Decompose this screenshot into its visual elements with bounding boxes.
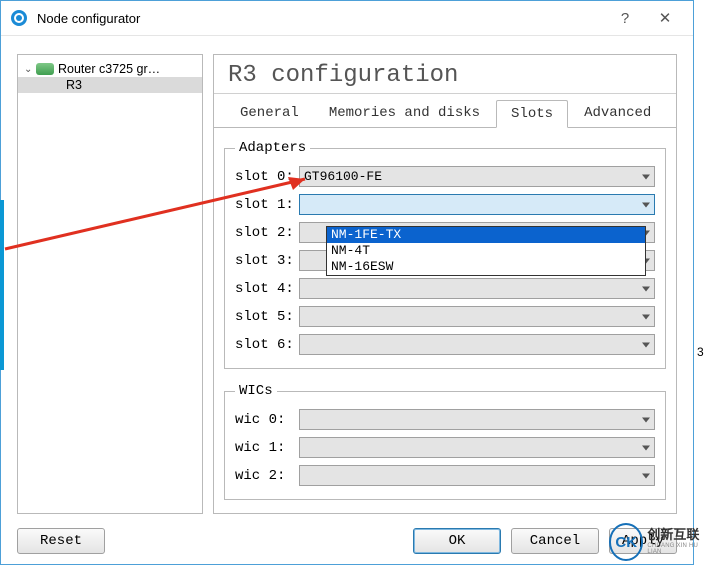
watermark: CK 创新互联 CHUANG XIN HU LIAN: [609, 523, 707, 561]
node-configurator-window: Node configurator ? ✕ ⌄ Router c3725 gr……: [0, 0, 694, 565]
slot4-label: slot 4:: [235, 281, 299, 297]
watermark-cn: 创新互联: [647, 528, 707, 542]
edge-decoration-left: [0, 200, 4, 370]
wics-group: WICs wic 0: wic 1: wic 2:: [224, 383, 666, 500]
page-title: R3 configuration: [214, 55, 676, 94]
slot1-combo[interactable]: [299, 194, 655, 215]
adapters-legend: Adapters: [235, 140, 310, 156]
chevron-down-icon: [642, 202, 650, 207]
tree-node-r3[interactable]: R3: [18, 77, 202, 93]
window-title: Node configurator: [37, 11, 605, 26]
slot0-combo[interactable]: GT96100-FE: [299, 166, 655, 187]
slot1-dropdown-list: NM-1FE-TX NM-4T NM-16ESW: [326, 226, 646, 276]
slot6-label: slot 6:: [235, 337, 299, 353]
watermark-en: CHUANG XIN HU LIAN: [647, 543, 707, 556]
reset-button[interactable]: Reset: [17, 528, 105, 554]
wic2-label: wic 2:: [235, 468, 299, 484]
cancel-button[interactable]: Cancel: [511, 528, 599, 554]
dropdown-option-nm-1fe-tx[interactable]: NM-1FE-TX: [327, 227, 645, 243]
wic0-label: wic 0:: [235, 412, 299, 428]
wic1-label: wic 1:: [235, 440, 299, 456]
tree-group-label: Router c3725 gr…: [58, 62, 160, 76]
tab-memories[interactable]: Memories and disks: [315, 100, 494, 127]
tree-toggle-icon[interactable]: ⌄: [24, 64, 36, 75]
help-button[interactable]: ?: [605, 3, 645, 33]
chevron-down-icon: [642, 342, 650, 347]
tree-node-label: R3: [66, 78, 82, 92]
wics-legend: WICs: [235, 383, 277, 399]
tab-slots[interactable]: Slots: [496, 100, 568, 128]
slot0-row: slot 0: GT96100-FE: [235, 166, 655, 187]
tab-general[interactable]: General: [226, 100, 313, 127]
chevron-down-icon: [642, 314, 650, 319]
slot2-label: slot 2:: [235, 225, 299, 241]
dropdown-option-nm-4t[interactable]: NM-4T: [327, 243, 645, 259]
slot0-value: GT96100-FE: [304, 169, 382, 184]
wic0-combo[interactable]: [299, 409, 655, 430]
slot5-row: slot 5:: [235, 306, 655, 327]
slot6-row: slot 6:: [235, 334, 655, 355]
chevron-down-icon: [642, 286, 650, 291]
chevron-down-icon: [642, 417, 650, 422]
slot1-row: slot 1:: [235, 194, 655, 215]
dropdown-option-nm-16esw[interactable]: NM-16ESW: [327, 259, 645, 275]
edge-text-right: 3: [697, 345, 707, 359]
slot5-label: slot 5:: [235, 309, 299, 325]
tabs: General Memories and disks Slots Advance…: [214, 100, 676, 128]
tree-group-row[interactable]: ⌄ Router c3725 gr…: [18, 61, 202, 77]
wic0-row: wic 0:: [235, 409, 655, 430]
tree-pane: ⌄ Router c3725 gr… R3: [17, 54, 203, 514]
slot3-label: slot 3:: [235, 253, 299, 269]
wic2-combo[interactable]: [299, 465, 655, 486]
chevron-down-icon: [642, 473, 650, 478]
slot4-combo[interactable]: [299, 278, 655, 299]
watermark-text: 创新互联 CHUANG XIN HU LIAN: [647, 528, 707, 555]
chevron-down-icon: [642, 445, 650, 450]
chevron-down-icon: [642, 174, 650, 179]
close-button[interactable]: ✕: [645, 3, 685, 33]
wic1-combo[interactable]: [299, 437, 655, 458]
slot4-row: slot 4:: [235, 278, 655, 299]
wic2-row: wic 2:: [235, 465, 655, 486]
tab-body: Adapters slot 0: GT96100-FE slot 1:: [214, 128, 676, 526]
button-row: Reset OK Cancel Apply: [1, 518, 693, 564]
wic1-row: wic 1:: [235, 437, 655, 458]
tab-advanced[interactable]: Advanced: [570, 100, 665, 127]
app-icon: [9, 8, 29, 28]
slot5-combo[interactable]: [299, 306, 655, 327]
config-pane: R3 configuration General Memories and di…: [213, 54, 677, 514]
router-icon: [36, 63, 54, 75]
slot1-label: slot 1:: [235, 197, 299, 213]
watermark-logo: CK: [609, 523, 643, 561]
titlebar: Node configurator ? ✕: [1, 1, 693, 36]
ok-button[interactable]: OK: [413, 528, 501, 554]
slot6-combo[interactable]: [299, 334, 655, 355]
slot0-label: slot 0:: [235, 169, 299, 185]
